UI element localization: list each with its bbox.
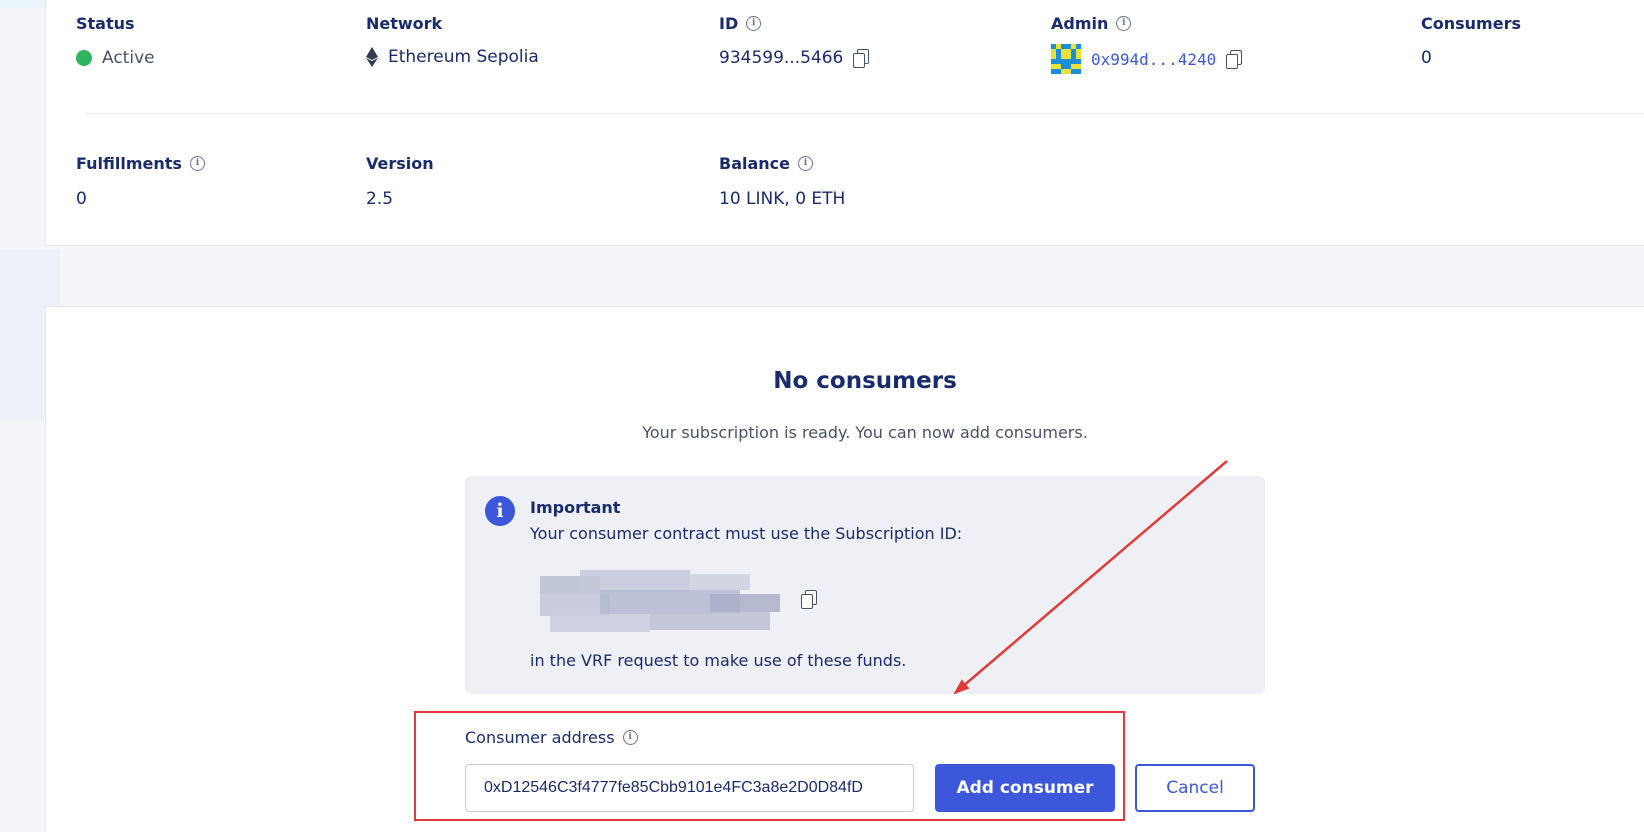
network-value: Ethereum Sepolia <box>366 47 539 67</box>
id-info-icon[interactable]: i <box>746 16 762 31</box>
subscription-id-redacted <box>540 570 790 634</box>
details-divider <box>85 113 1644 114</box>
fulfillments-label: Fulfillments i <box>76 154 205 173</box>
balance-value: 10 LINK, 0 ETH <box>719 189 846 209</box>
admin-info-icon[interactable]: i <box>1116 16 1132 31</box>
notice-footer: in the VRF request to make use of these … <box>530 651 907 670</box>
status-dot <box>76 50 92 66</box>
consumers-value: 0 <box>1421 48 1432 68</box>
id-label: ID i <box>719 14 762 33</box>
admin-value: 0x994d...4240 <box>1051 44 1243 74</box>
ethereum-icon <box>366 47 378 67</box>
balance-label: Balance i <box>719 154 813 173</box>
cancel-button[interactable]: Cancel <box>1135 764 1255 812</box>
admin-copy-icon[interactable] <box>1226 50 1243 69</box>
version-value: 2.5 <box>366 189 394 209</box>
status-value: Active <box>76 48 155 68</box>
notice-title: Important <box>530 498 621 517</box>
version-label: Version <box>366 154 434 173</box>
subscription-id-copy-icon[interactable] <box>801 590 817 609</box>
notice-text: Your consumer contract must use the Subs… <box>530 524 963 543</box>
admin-label: Admin i <box>1051 14 1132 33</box>
fulfillments-info-icon[interactable]: i <box>189 156 205 171</box>
network-label: Network <box>366 14 443 33</box>
fulfillments-value: 0 <box>76 189 87 209</box>
status-label: Status <box>76 14 135 33</box>
id-copy-icon[interactable] <box>853 49 870 68</box>
admin-avatar <box>1051 44 1081 74</box>
admin-address-link[interactable]: 0x994d...4240 <box>1091 50 1216 69</box>
balance-info-icon[interactable]: i <box>798 156 813 171</box>
annotation-highlight-box <box>414 711 1125 821</box>
empty-state-subtitle: Your subscription is ready. You can now … <box>642 423 1088 442</box>
info-icon: i <box>485 496 515 526</box>
subscription-details-panel: Status Active Network Ethereum Sepolia I… <box>45 0 1644 246</box>
consumers-label: Consumers <box>1421 14 1521 33</box>
id-value: 934599...5466 <box>719 48 870 68</box>
empty-state-title: No consumers <box>773 368 957 394</box>
important-notice: i Important Your consumer contract must … <box>465 476 1265 694</box>
